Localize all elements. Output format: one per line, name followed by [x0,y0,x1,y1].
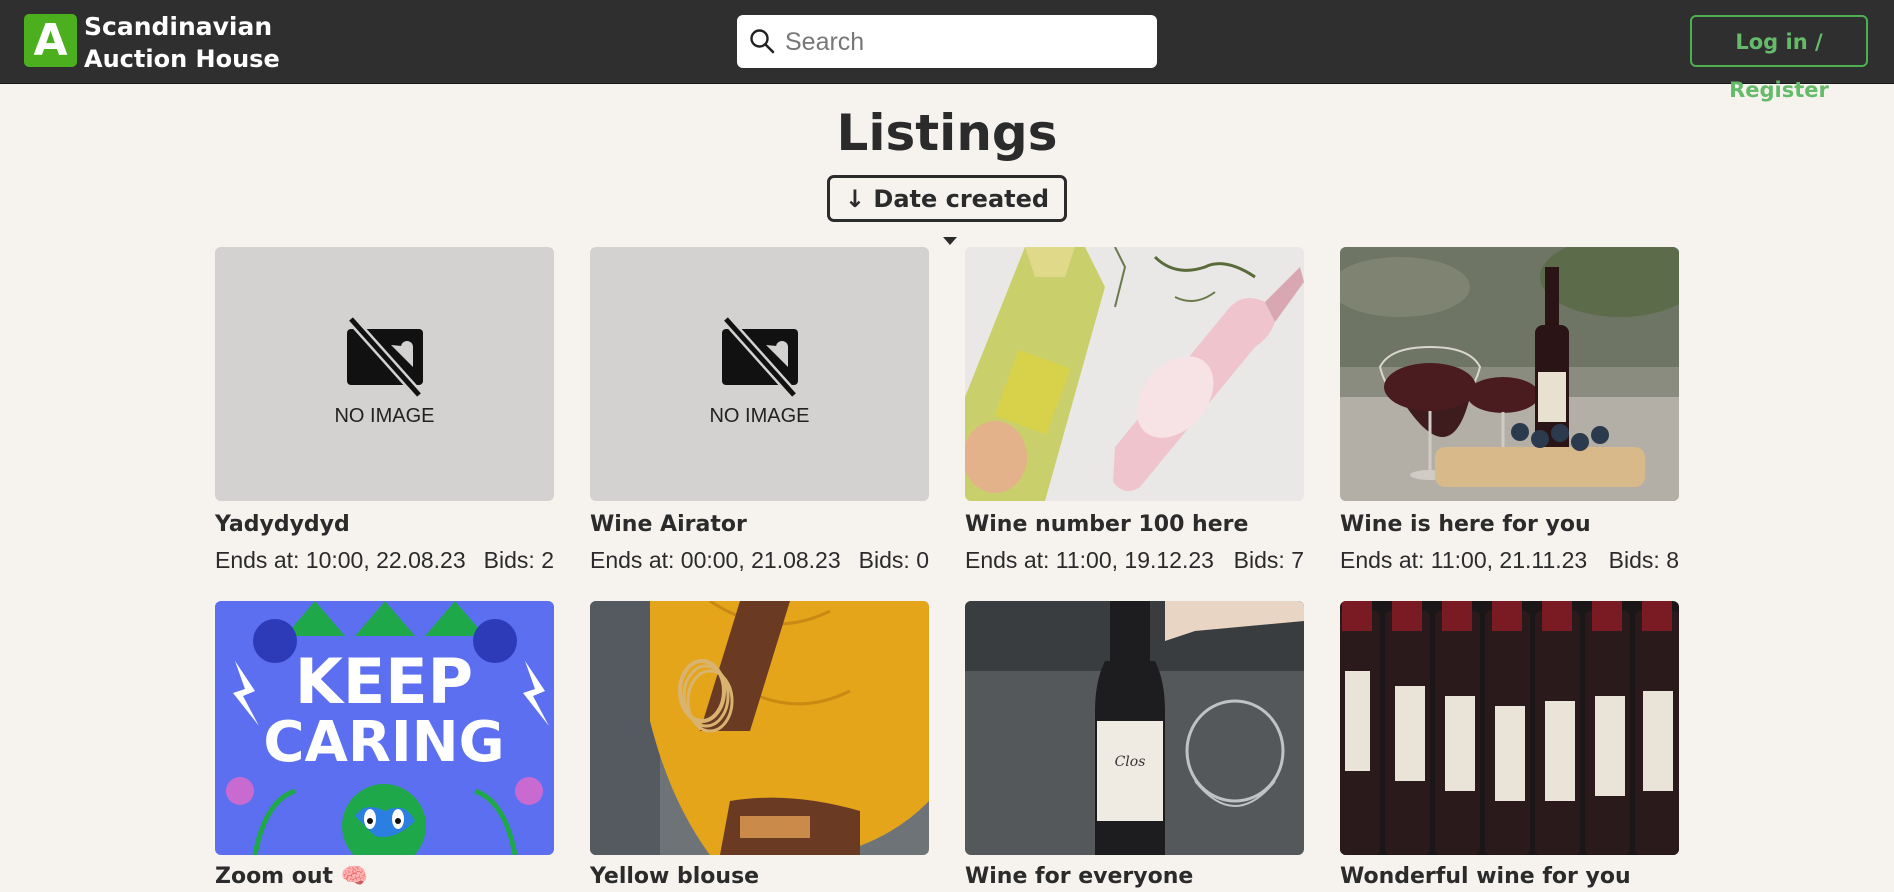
listing-end-time: Ends at: 11:00, 21.11.23 [1340,547,1588,573]
wine-glasses-photo[interactable] [1340,247,1679,501]
keep-caring-image: KEEP CARING [215,601,554,855]
listing-card[interactable]: Yellow blouse [590,601,929,892]
svg-text:CARING: CARING [263,710,504,775]
sort-dropdown-button[interactable]: ↓ Date created [827,175,1067,245]
wine-glasses-image [1340,247,1679,501]
listing-card[interactable]: Wonderful wine for you [1340,601,1679,892]
no-image-label: NO IMAGE [709,405,810,427]
listing-title[interactable]: Yadydydyd [215,510,575,540]
no-image-icon [347,317,423,397]
listing-image-placeholder[interactable]: NO IMAGE [590,247,929,501]
no-image-label: NO IMAGE [334,405,435,427]
brand-name[interactable]: Scandinavian Auction House [84,11,280,75]
listing-bid-count: Bids: 0 [858,547,929,573]
search-icon [750,29,775,54]
wine-bottles-image [965,247,1304,501]
listing-image-placeholder[interactable]: NO IMAGE [215,247,554,501]
brand-line-1: Scandinavian [84,12,273,41]
listing-end-time: Ends at: 10:00, 22.08.23 [215,547,466,573]
brand-line-2: Auction House [84,45,280,73]
listing-card[interactable]: KEEP CARING Zoom out 🧠 [215,601,554,892]
listing-card[interactable]: Clos Wine for everyone [965,601,1304,892]
listing-bid-count: Bids: 8 [1608,547,1679,573]
svg-text:KEEP: KEEP [295,645,473,718]
listing-title[interactable]: Wine for everyone [965,862,1325,892]
listing-title[interactable]: Wonderful wine for you [1340,862,1700,892]
sort-label: Date created [873,185,1050,213]
listing-title[interactable]: Wine number 100 here [965,510,1325,540]
listing-card[interactable]: Wine is here for you Ends at: 11:00, 21.… [1340,247,1679,573]
logo-icon[interactable]: A [24,14,77,67]
listing-card[interactable]: Wine number 100 here Ends at: 11:00, 19.… [965,247,1304,573]
listing-bid-count: Bids: 2 [483,547,554,573]
listing-bid-count: Bids: 7 [1233,547,1304,573]
listing-title[interactable]: Yellow blouse [590,862,950,892]
listing-title[interactable]: Wine is here for you [1340,510,1700,540]
chevron-down-icon [943,237,957,245]
no-image-icon [722,317,798,397]
top-navbar: A Scandinavian Auction House Log in / Re… [0,0,1894,102]
arrow-down-icon: ↓ [844,185,866,213]
wine-bottle-image: Clos [965,601,1304,855]
wine-bottles-photo[interactable] [965,247,1304,501]
svg-text:Clos: Clos [1115,754,1146,770]
login-register-button[interactable]: Log in / Register [1690,15,1868,102]
search-input[interactable] [783,15,1147,70]
listing-end-time: Ends at: 00:00, 21.08.23 [590,547,841,573]
yellow-blouse-photo[interactable] [590,601,929,855]
listing-card[interactable]: NO IMAGE Wine Airator Ends at: 00:00, 21… [590,247,929,573]
wine-bottle-photo[interactable]: Clos [965,601,1304,855]
page-title: Listings [836,104,1058,162]
keep-caring-illustration[interactable]: KEEP CARING [215,601,554,855]
wine-rack-image [1340,601,1679,855]
wine-rack-photo[interactable] [1340,601,1679,855]
listing-card[interactable]: NO IMAGE Yadydydyd Ends at: 10:00, 22.08… [215,247,554,573]
listing-title[interactable]: Zoom out 🧠 [215,862,575,892]
listing-end-time: Ends at: 11:00, 19.12.23 [965,547,1214,573]
listing-title[interactable]: Wine Airator [590,510,950,540]
yellow-blouse-image [590,601,929,855]
search-box[interactable] [737,15,1157,70]
